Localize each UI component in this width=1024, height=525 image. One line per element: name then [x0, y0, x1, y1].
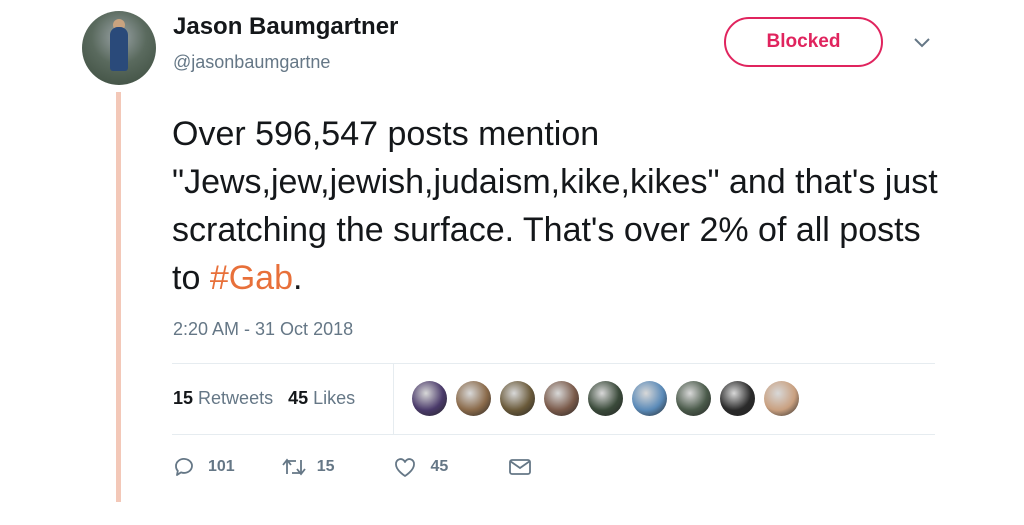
liker-avatar[interactable]: [500, 381, 535, 416]
liker-avatar[interactable]: [720, 381, 755, 416]
retweet-icon: [282, 458, 306, 476]
retweets-count: 15: [173, 388, 194, 408]
liker-avatar[interactable]: [412, 381, 447, 416]
likes-stat[interactable]: 45 Likes: [288, 388, 355, 408]
retweets-label: Retweets: [198, 388, 274, 408]
tweet-actions: 101 15 45: [172, 455, 532, 479]
tweet-timestamp[interactable]: 2:20 AM - 31 Oct 2018: [173, 319, 353, 340]
liker-avatar[interactable]: [632, 381, 667, 416]
hashtag-link[interactable]: #Gab: [210, 259, 293, 297]
likes-label: Likes: [313, 388, 356, 408]
tweet-text-end: .: [293, 259, 303, 297]
reply-icon: [175, 458, 193, 476]
liker-avatars: [412, 381, 808, 416]
liker-avatar[interactable]: [588, 381, 623, 416]
likes-count: 45: [288, 388, 309, 408]
divider-top: [172, 363, 935, 364]
liker-avatar[interactable]: [456, 381, 491, 416]
like-action-count: 45: [430, 458, 449, 475]
thread-line: [116, 92, 121, 502]
direct-message-icon: [509, 459, 532, 475]
liker-avatar[interactable]: [544, 381, 579, 416]
direct-message-button[interactable]: [508, 457, 532, 477]
tweet-text: Over 596,547 posts mention "Jews,jew,jew…: [172, 110, 952, 302]
author-handle[interactable]: @jasonbaumgartne: [173, 52, 330, 73]
reply-count: 101: [208, 458, 235, 475]
author-name[interactable]: Jason Baumgartner: [173, 13, 398, 41]
retweets-stat[interactable]: 15 Retweets: [173, 388, 273, 408]
retweet-action-count: 15: [316, 458, 335, 475]
reply-button[interactable]: 101: [172, 455, 235, 479]
like-button[interactable]: 45: [393, 456, 449, 478]
chevron-down-icon[interactable]: [912, 36, 932, 50]
liker-avatar[interactable]: [764, 381, 799, 416]
heart-icon: [394, 458, 415, 477]
avatar-figure: [110, 27, 128, 71]
divider-bottom: [172, 434, 935, 435]
author-avatar[interactable]: [82, 11, 156, 85]
blocked-button[interactable]: Blocked: [724, 17, 883, 67]
stats-separator: [393, 364, 394, 434]
liker-avatar[interactable]: [676, 381, 711, 416]
retweet-button[interactable]: 15: [281, 455, 335, 479]
tweet-stats: 15 Retweets 45 Likes: [173, 388, 355, 409]
